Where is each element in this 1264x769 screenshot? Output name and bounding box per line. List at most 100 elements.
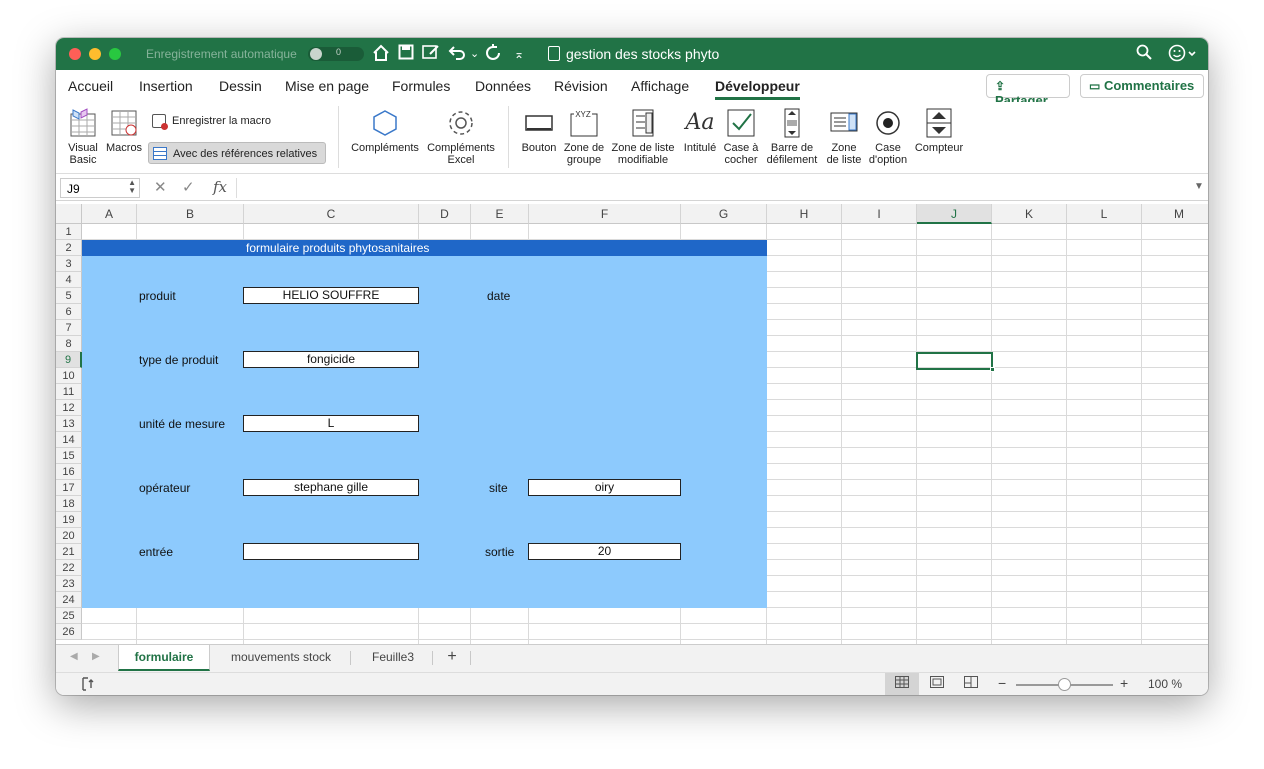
scroll-sheets-right-icon[interactable]: ▶: [92, 651, 100, 662]
row-header-16[interactable]: 16: [56, 464, 82, 480]
macros-button[interactable]: Macros: [106, 108, 142, 154]
undo-dropdown-icon[interactable]: ⌄: [470, 44, 479, 64]
row-header-2[interactable]: 2: [56, 240, 82, 256]
row-header-6[interactable]: 6: [56, 304, 82, 320]
site-field[interactable]: oiry: [528, 479, 681, 496]
row-header-21[interactable]: 21: [56, 544, 82, 560]
row-header-4[interactable]: 4: [56, 272, 82, 288]
column-header-e[interactable]: E: [471, 204, 529, 224]
home-icon[interactable]: [372, 44, 390, 68]
unite-mesure-field[interactable]: L: [243, 415, 419, 432]
zoom-in-button[interactable]: +: [1120, 675, 1128, 691]
sheet-tab-feuille3[interactable]: Feuille3: [356, 645, 430, 671]
entree-field[interactable]: [243, 543, 419, 560]
combo-box-control[interactable]: Zone de liste modifiable: [608, 108, 678, 166]
formula-input[interactable]: [236, 178, 1186, 198]
row-header-26[interactable]: 26: [56, 624, 82, 640]
name-box-stepper-icon[interactable]: ▲ ▼: [128, 179, 136, 195]
account-smiley-icon[interactable]: [1168, 44, 1198, 68]
function-icon[interactable]: fx: [213, 178, 227, 196]
tab-dessin[interactable]: Dessin: [219, 78, 262, 94]
row-header-17[interactable]: 17: [56, 480, 82, 496]
zoom-slider-knob[interactable]: [1058, 678, 1071, 691]
tab-mise-en-page[interactable]: Mise en page: [285, 78, 369, 94]
share-button[interactable]: ⇪ Partager: [986, 74, 1070, 108]
redo-icon[interactable]: [484, 44, 502, 66]
row-header-20[interactable]: 20: [56, 528, 82, 544]
add-sheet-button[interactable]: +: [436, 645, 468, 671]
row-header-9[interactable]: 9: [56, 352, 82, 368]
tab-revision[interactable]: Révision: [554, 78, 608, 94]
column-header-j[interactable]: J: [917, 204, 992, 224]
column-header-d[interactable]: D: [419, 204, 471, 224]
produit-field[interactable]: HELIO SOUFFRE: [243, 287, 419, 304]
list-box-control[interactable]: Zone de liste: [824, 108, 864, 166]
tab-affichage[interactable]: Affichage: [631, 78, 689, 94]
record-macro-button[interactable]: Enregistrer la macro: [148, 110, 318, 132]
zoom-out-button[interactable]: −: [998, 675, 1006, 691]
tab-formules[interactable]: Formules: [392, 78, 450, 94]
form-button-control[interactable]: Bouton: [518, 108, 560, 154]
accessibility-icon[interactable]: [80, 676, 96, 695]
row-header-1[interactable]: 1: [56, 224, 82, 240]
sheet-tab-formulaire[interactable]: formulaire: [118, 645, 210, 671]
column-header-h[interactable]: H: [767, 204, 842, 224]
column-header-a[interactable]: A: [82, 204, 137, 224]
row-header-14[interactable]: 14: [56, 432, 82, 448]
row-header-7[interactable]: 7: [56, 320, 82, 336]
row-header-25[interactable]: 25: [56, 608, 82, 624]
option-button-control[interactable]: Case d'option: [866, 108, 910, 166]
page-layout-view-button[interactable]: [920, 673, 954, 695]
tab-developpeur[interactable]: Développeur: [715, 78, 800, 100]
confirm-icon[interactable]: ✓: [182, 178, 195, 196]
row-header-5[interactable]: 5: [56, 288, 82, 304]
column-header-k[interactable]: K: [992, 204, 1067, 224]
worksheet-grid[interactable]: ABCDEFGHIJKLM 1 2 3 4 5 6 7 8 9 10 11 12 13 14 15 16 17 1…: [56, 204, 1208, 644]
autosave-toggle[interactable]: 0: [308, 47, 364, 61]
close-window-button[interactable]: [69, 48, 81, 60]
name-box[interactable]: J9 ▲ ▼: [60, 178, 140, 198]
excel-addins-button[interactable]: Compléments Excel: [424, 108, 498, 166]
sheet-tab-mouvements-stock[interactable]: mouvements stock: [214, 645, 348, 671]
column-header-l[interactable]: L: [1067, 204, 1142, 224]
row-header-24[interactable]: 24: [56, 592, 82, 608]
cancel-icon[interactable]: ✕: [154, 178, 167, 196]
row-header-13[interactable]: 13: [56, 416, 82, 432]
operateur-field[interactable]: stephane gille: [243, 479, 419, 496]
edit-document-icon[interactable]: [422, 44, 440, 66]
row-header-18[interactable]: 18: [56, 496, 82, 512]
fill-handle[interactable]: [990, 367, 995, 372]
row-header-3[interactable]: 3: [56, 256, 82, 272]
column-header-g[interactable]: G: [681, 204, 767, 224]
scroll-sheets-left-icon[interactable]: ◀: [70, 651, 78, 662]
column-header-c[interactable]: C: [244, 204, 419, 224]
sortie-field[interactable]: 20: [528, 543, 681, 560]
zoom-level[interactable]: 100 %: [1148, 677, 1182, 691]
tab-insertion[interactable]: Insertion: [139, 78, 193, 94]
column-header-m[interactable]: M: [1142, 204, 1208, 224]
addins-button[interactable]: Compléments: [348, 108, 422, 154]
comments-button[interactable]: ▭ Commentaires: [1080, 74, 1204, 98]
row-header-8[interactable]: 8: [56, 336, 82, 352]
zoom-window-button[interactable]: [109, 48, 121, 60]
label-control[interactable]: Aa Intitulé: [680, 108, 720, 154]
row-header-23[interactable]: 23: [56, 576, 82, 592]
page-break-view-button[interactable]: [954, 673, 988, 695]
visual-basic-button[interactable]: Visual Basic: [64, 108, 102, 166]
scrollbar-control[interactable]: Barre de défilement: [762, 108, 822, 166]
column-header-i[interactable]: I: [842, 204, 917, 224]
expand-formula-bar-icon[interactable]: ▼: [1194, 181, 1204, 192]
row-header-15[interactable]: 15: [56, 448, 82, 464]
minimize-window-button[interactable]: [89, 48, 101, 60]
row-header-10[interactable]: 10: [56, 368, 82, 384]
customize-toolbar-icon[interactable]: ⌅: [514, 44, 524, 64]
tab-accueil[interactable]: Accueil: [68, 78, 113, 94]
row-header-19[interactable]: 19: [56, 512, 82, 528]
row-header-22[interactable]: 22: [56, 560, 82, 576]
select-all-corner[interactable]: [56, 204, 82, 224]
group-box-control[interactable]: XYZ Zone de groupe: [562, 108, 606, 166]
type-produit-field[interactable]: fongicide: [243, 351, 419, 368]
checkbox-control[interactable]: Case à cocher: [720, 108, 762, 166]
spinner-control[interactable]: Compteur: [912, 108, 966, 154]
normal-view-button[interactable]: [885, 673, 919, 695]
